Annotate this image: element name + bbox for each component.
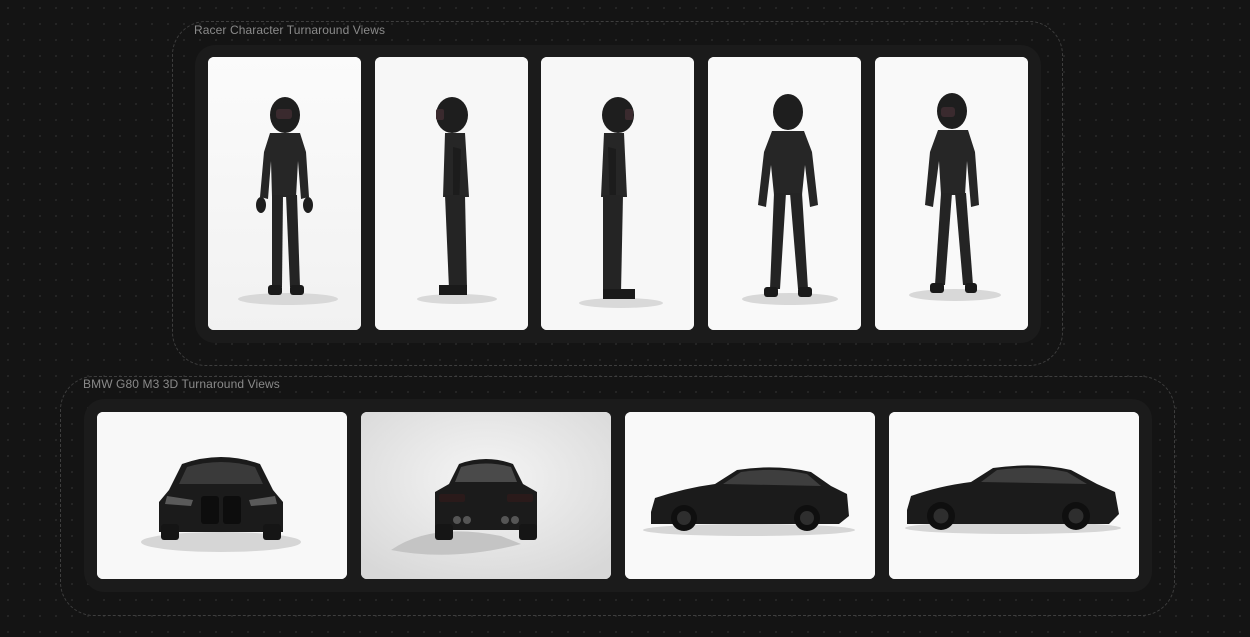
car-rear-figure [361, 412, 611, 579]
car-side-left-figure [625, 412, 875, 579]
bmw-side-left-view-image[interactable] [625, 412, 875, 579]
bmw-rear-view-image[interactable] [361, 412, 611, 579]
racer-front-view-image[interactable] [208, 57, 361, 330]
racer-three-quarter-figure [875, 57, 1028, 330]
bmw-front-view-image[interactable] [97, 412, 347, 579]
racer-front-figure [208, 57, 361, 330]
car-front-figure [97, 412, 347, 579]
racer-side-left-figure [375, 57, 528, 330]
racer-back-figure [708, 57, 861, 330]
bmw-group-label: BMW G80 M3 3D Turnaround Views [83, 377, 280, 391]
racer-side-right-view-image[interactable] [541, 57, 694, 330]
racer-back-view-image[interactable] [708, 57, 861, 330]
bmw-side-right-view-image[interactable] [889, 412, 1139, 579]
racer-side-left-view-image[interactable] [375, 57, 528, 330]
car-side-right-figure [889, 412, 1139, 579]
racer-group-label: Racer Character Turnaround Views [194, 23, 386, 37]
racer-three-quarter-view-image[interactable] [875, 57, 1028, 330]
racer-side-right-figure [541, 57, 694, 330]
